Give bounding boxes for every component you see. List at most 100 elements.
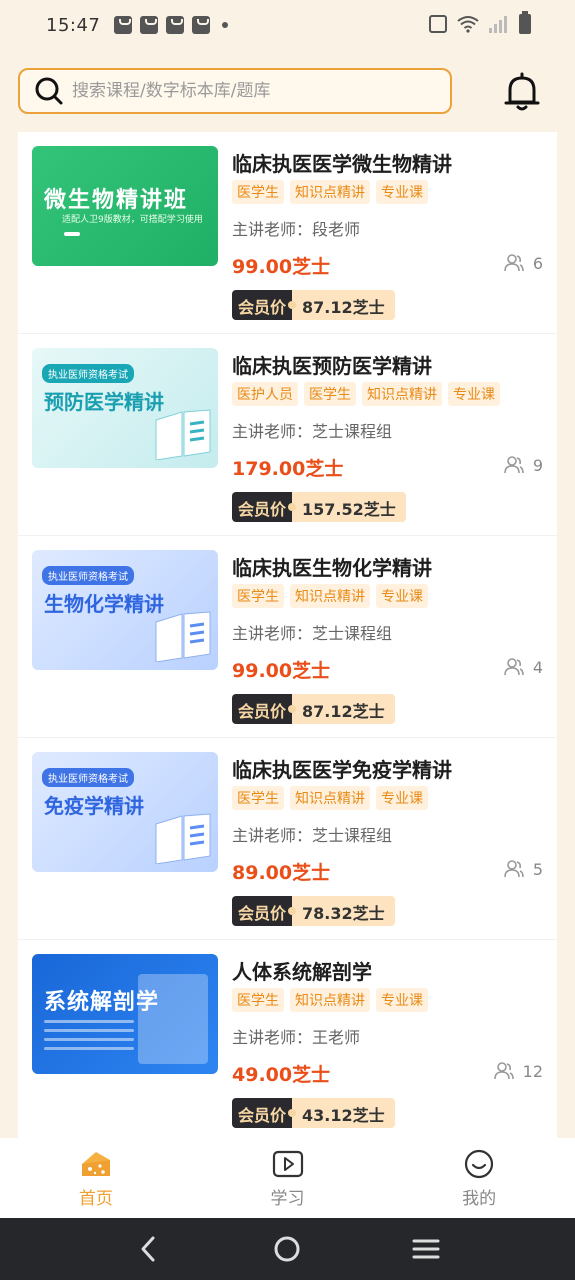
course-thumbnail[interactable]: 微生物精讲班 适配人卫9版教材，可搭配学习使用 bbox=[32, 146, 218, 266]
course-title[interactable]: 临床执医生物化学精讲 bbox=[232, 552, 432, 581]
thumbnail-badge: 执业医师资格考试 bbox=[42, 768, 134, 787]
member-price: 87.12芝士 bbox=[292, 290, 395, 320]
course-tag: 知识点精讲 bbox=[290, 786, 370, 810]
bell-icon[interactable] bbox=[500, 70, 544, 114]
course-tag: 医学生 bbox=[232, 584, 284, 608]
search-input[interactable] bbox=[72, 81, 432, 101]
member-label: 会员价 bbox=[232, 694, 297, 724]
users-icon bbox=[504, 658, 524, 676]
member-price-badge: 会员价 78.32芝士 bbox=[232, 896, 395, 926]
course-price: 49.00芝士 bbox=[232, 1064, 331, 1086]
course-price: 99.00芝士 bbox=[232, 256, 331, 278]
course-thumbnail[interactable]: 系统解剖学 bbox=[32, 954, 218, 1074]
course-tag: 专业课 bbox=[376, 988, 428, 1012]
play-icon bbox=[272, 1150, 303, 1178]
back-icon[interactable] bbox=[134, 1234, 164, 1264]
course-tag: 专业课 bbox=[376, 180, 428, 204]
course-price: 99.00芝士 bbox=[232, 660, 331, 682]
nav-label: 首页 bbox=[78, 1189, 113, 1209]
course-tags: 医学生 知识点精讲 专业课 bbox=[232, 180, 428, 204]
users-icon bbox=[504, 456, 524, 474]
course-card[interactable]: 执业医师资格考试 预防医学精讲 临床执医预防医学精讲 医护人员 医学生 知识点精… bbox=[18, 334, 557, 536]
learner-count-value: 5 bbox=[532, 859, 543, 879]
users-icon bbox=[493, 1062, 514, 1080]
course-title[interactable]: 临床执医预防医学精讲 bbox=[232, 350, 432, 379]
member-price-badge: 会员价 87.12芝士 bbox=[232, 694, 395, 724]
course-tag: 知识点精讲 bbox=[290, 180, 370, 204]
thumbnail-title: 生物化学精讲 bbox=[44, 592, 164, 616]
shopping-bag-icon bbox=[166, 16, 185, 34]
course-tag: 医学生 bbox=[232, 180, 284, 204]
course-tag: 专业课 bbox=[376, 584, 428, 608]
menu-icon[interactable] bbox=[411, 1234, 441, 1264]
member-price: 157.52芝士 bbox=[292, 492, 406, 522]
course-tags: 医学生 知识点精讲 专业课 bbox=[232, 786, 428, 810]
member-price: 78.32芝士 bbox=[292, 896, 395, 926]
thumbnail-badge: 执业医师资格考试 bbox=[42, 566, 134, 585]
shopping-bag-icon bbox=[114, 16, 133, 34]
member-label: 会员价 bbox=[232, 290, 297, 320]
course-card[interactable]: 执业医师资格考试 免疫学精讲 临床执医医学免疫学精讲 医学生 知识点精讲 专业课… bbox=[18, 738, 557, 940]
search-bar[interactable] bbox=[18, 68, 452, 114]
course-teacher: 主讲老师：芝士课程组 bbox=[232, 624, 393, 643]
cheese-home-icon bbox=[81, 1152, 110, 1176]
course-teacher: 主讲老师：芝士课程组 bbox=[232, 422, 393, 441]
nav-label: 我的 bbox=[462, 1189, 497, 1209]
course-title[interactable]: 临床执医医学微生物精讲 bbox=[232, 148, 452, 177]
course-tag: 专业课 bbox=[448, 382, 500, 406]
learner-count: 6 bbox=[503, 252, 543, 274]
anatomy-screen-illustration bbox=[138, 974, 208, 1064]
open-book-icon bbox=[155, 813, 211, 864]
users-icon bbox=[504, 254, 524, 272]
users-icon bbox=[504, 860, 524, 878]
course-tags: 医护人员 医学生 知识点精讲 专业课 bbox=[232, 382, 500, 406]
course-title[interactable]: 人体系统解剖学 bbox=[232, 956, 372, 985]
course-title[interactable]: 临床执医医学免疫学精讲 bbox=[232, 754, 452, 783]
smiley-icon bbox=[465, 1149, 494, 1179]
decorative-lines bbox=[44, 1020, 134, 1056]
thumbnail-title: 免疫学精讲 bbox=[44, 794, 144, 818]
course-tag: 医学生 bbox=[304, 382, 356, 406]
course-card[interactable]: 微生物精讲班 适配人卫9版教材，可搭配学习使用 临床执医医学微生物精讲 医学生 … bbox=[18, 132, 557, 334]
learner-count-value: 12 bbox=[522, 1061, 543, 1081]
course-thumbnail[interactable]: 执业医师资格考试 预防医学精讲 bbox=[32, 348, 218, 468]
status-time: 15:47 bbox=[46, 14, 101, 36]
open-book-icon bbox=[155, 409, 211, 460]
nav-home[interactable]: 首页 bbox=[0, 1138, 192, 1218]
learner-count-value: 4 bbox=[532, 657, 543, 677]
decorative-bar bbox=[64, 232, 80, 236]
learner-count-value: 6 bbox=[532, 253, 543, 273]
nav-study[interactable]: 学习 bbox=[192, 1138, 384, 1218]
course-teacher: 主讲老师：芝士课程组 bbox=[232, 826, 393, 845]
member-price-badge: 会员价 157.52芝士 bbox=[232, 492, 406, 522]
notification-icons bbox=[114, 16, 229, 34]
course-thumbnail[interactable]: 执业医师资格考试 免疫学精讲 bbox=[32, 752, 218, 872]
search-icon bbox=[34, 76, 64, 106]
system-status-icons bbox=[429, 11, 531, 34]
course-price: 89.00芝士 bbox=[232, 862, 331, 884]
member-label: 会员价 bbox=[232, 896, 297, 926]
member-price: 87.12芝士 bbox=[292, 694, 395, 724]
learner-count: 9 bbox=[503, 454, 543, 476]
course-list: 微生物精讲班 适配人卫9版教材，可搭配学习使用 临床执医医学微生物精讲 医学生 … bbox=[18, 132, 557, 1138]
vibrate-icon bbox=[429, 15, 447, 33]
signal-icon bbox=[489, 15, 509, 33]
course-tags: 医学生 知识点精讲 专业课 bbox=[232, 988, 428, 1012]
course-card[interactable]: 执业医师资格考试 生物化学精讲 临床执医生物化学精讲 医学生 知识点精讲 专业课… bbox=[18, 536, 557, 738]
course-tag: 知识点精讲 bbox=[290, 584, 370, 608]
wifi-icon bbox=[457, 16, 479, 33]
shopping-bag-icon bbox=[140, 16, 159, 34]
course-thumbnail[interactable]: 执业医师资格考试 生物化学精讲 bbox=[32, 550, 218, 670]
course-teacher: 主讲老师：王老师 bbox=[232, 1028, 361, 1047]
course-card[interactable]: 系统解剖学 人体系统解剖学 医学生 知识点精讲 专业课 主讲老师：王老师 49.… bbox=[18, 940, 557, 1138]
nav-profile[interactable]: 我的 bbox=[383, 1138, 575, 1218]
course-teacher: 主讲老师：段老师 bbox=[232, 220, 361, 239]
course-tag: 知识点精讲 bbox=[362, 382, 442, 406]
home-circle-icon[interactable] bbox=[272, 1234, 302, 1264]
more-notifications-dot-icon bbox=[222, 22, 229, 28]
status-bar: 15:47 bbox=[0, 0, 575, 50]
battery-icon bbox=[519, 11, 531, 34]
thumbnail-title: 预防医学精讲 bbox=[44, 390, 164, 414]
member-price-badge: 会员价 43.12芝士 bbox=[232, 1098, 395, 1128]
course-tags: 医学生 知识点精讲 专业课 bbox=[232, 584, 428, 608]
